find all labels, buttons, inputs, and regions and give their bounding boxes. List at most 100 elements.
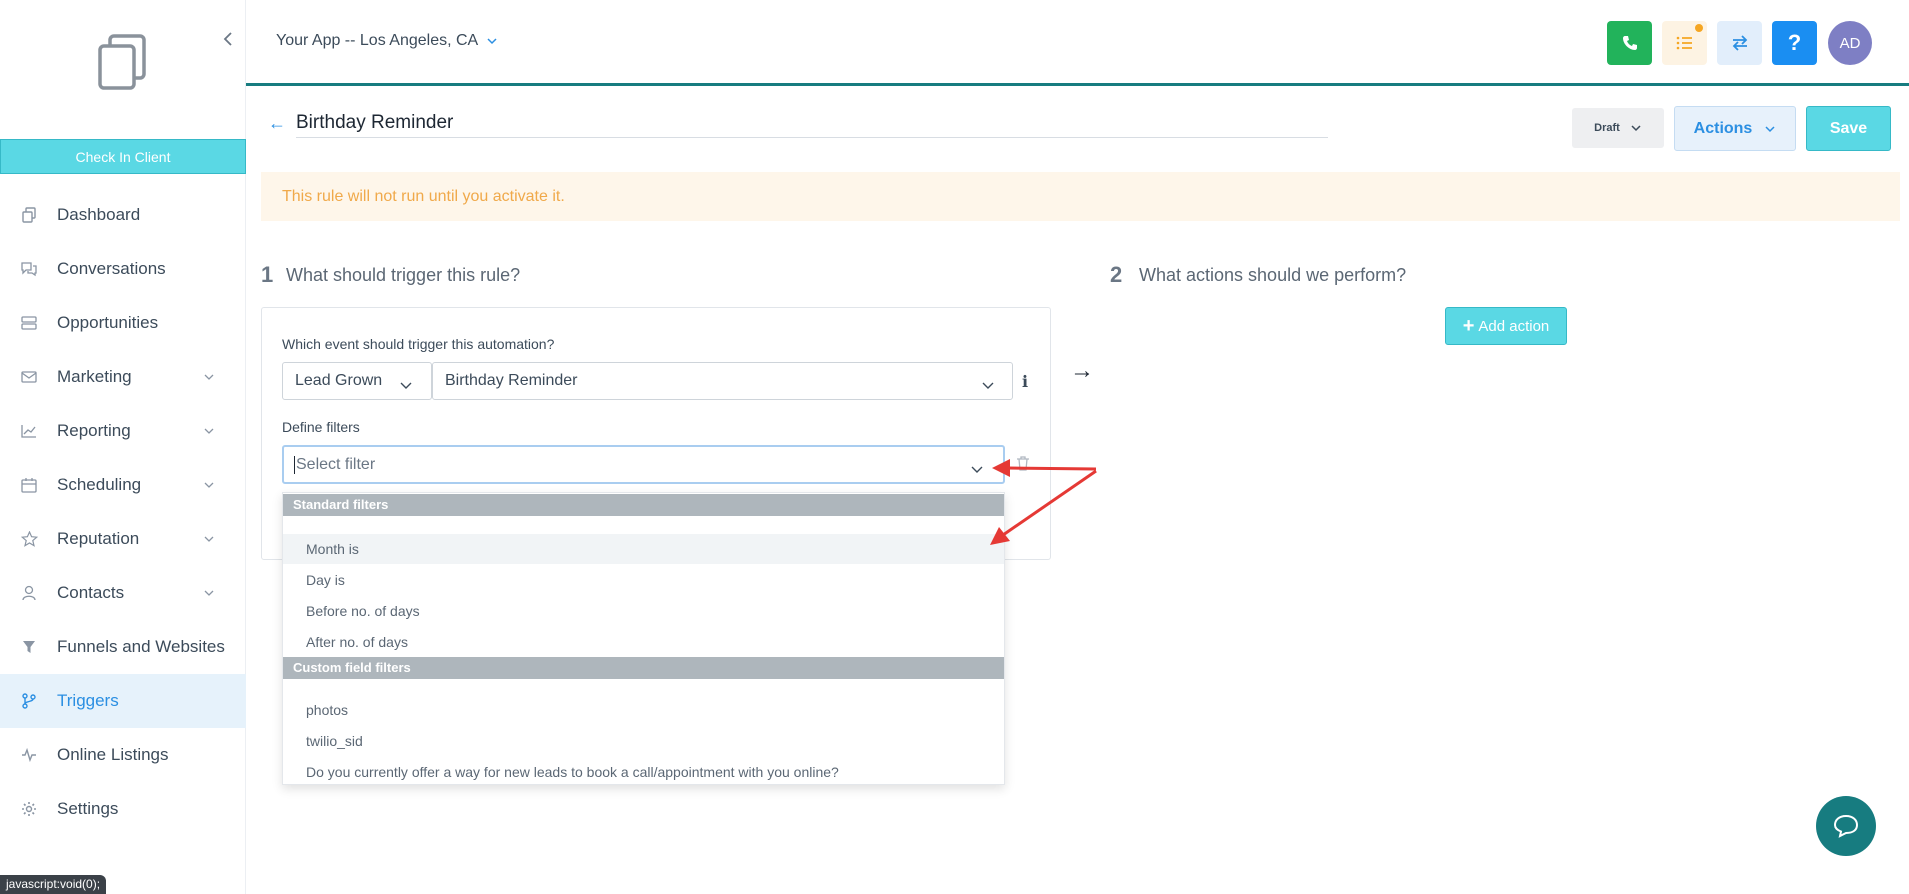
sidebar-item-label: Reporting (57, 421, 131, 440)
phone-icon (1622, 36, 1637, 50)
sidebar-nav: Dashboard Conversations Opportunities Ma… (0, 188, 246, 836)
save-button[interactable]: Save (1806, 106, 1891, 151)
chevron-down-icon (202, 477, 216, 491)
actions-label: Actions (1693, 119, 1753, 137)
sidebar-item-label: Scheduling (57, 475, 142, 494)
filter-icon (20, 638, 38, 656)
star-icon (20, 530, 38, 548)
sidebar-item-funnels-and-websites[interactable]: Funnels and Websites (0, 620, 246, 674)
sidebar-item-label: Marketing (57, 367, 132, 386)
add-action-button[interactable]: + Add action (1445, 307, 1567, 345)
dropdown-option[interactable]: Before no. of days (283, 596, 1004, 626)
status-label: Draft (1594, 122, 1620, 134)
dropdown-option[interactable]: Do you currently offer a way for new lea… (283, 757, 1004, 787)
help-button[interactable]: ? (1772, 21, 1817, 65)
branch-icon (20, 692, 38, 710)
sidebar-item-reputation[interactable]: Reputation (0, 512, 246, 566)
sidebar-item-label: Opportunities (57, 313, 159, 332)
chevron-down-icon (202, 369, 216, 383)
sidebar-item-settings[interactable]: Settings (0, 782, 246, 836)
actions-section-title: What actions should we perform? (1139, 265, 1407, 285)
app-root: Check In Client Dashboard Conversations … (0, 0, 1909, 894)
chevron-down-icon (202, 531, 216, 545)
sidebar-item-label: Funnels and Websites (57, 637, 225, 656)
sidebar-item-triggers[interactable]: Triggers (0, 674, 246, 728)
filter-placeholder: Select filter (296, 456, 376, 473)
sidebar-item-label: Dashboard (57, 205, 141, 224)
sidebar-item-dashboard[interactable]: Dashboard (0, 188, 246, 242)
avatar[interactable]: AD (1828, 21, 1872, 65)
chat-bubbles-icon (20, 260, 38, 278)
sidebar-item-label: Online Listings (57, 745, 169, 764)
top-header: Your App -- Los Angeles, CA ? AD (246, 0, 1909, 86)
chevron-down-icon (202, 423, 216, 437)
chat-widget-button[interactable] (1816, 796, 1876, 856)
check-in-client-button[interactable]: Check In Client (0, 139, 246, 174)
chevron-down-icon (400, 382, 412, 389)
swap-arrows-icon (1732, 35, 1747, 51)
line-chart-icon (20, 422, 38, 440)
tasks-button[interactable] (1662, 21, 1707, 65)
actions-section-number: 2 (1110, 262, 1123, 287)
chevron-down-icon (202, 585, 216, 599)
status-dropdown[interactable]: Draft (1572, 108, 1664, 148)
add-action-label: Add action (1478, 317, 1550, 335)
sidebar-item-online-listings[interactable]: Online Listings (0, 728, 246, 782)
chevron-down-icon (982, 382, 994, 389)
dropdown-group-standard: Standard filters (283, 494, 1004, 516)
chevron-down-icon (1765, 125, 1775, 132)
calendar-icon (20, 476, 38, 494)
trigger-section-number: 1 (261, 262, 274, 287)
sidebar-item-scheduling[interactable]: Scheduling (0, 458, 246, 512)
mail-icon (20, 368, 38, 386)
logo-icon (96, 34, 148, 92)
arrow-right-icon: → (1070, 357, 1094, 384)
back-arrow-icon[interactable]: ← (268, 113, 286, 134)
sidebar-item-reporting[interactable]: Reporting (0, 404, 246, 458)
chat-bubble-icon (1833, 814, 1859, 838)
event-type-value: Birthday Reminder (445, 372, 578, 389)
gear-icon (20, 800, 38, 818)
event-category-value: Lead Grown (295, 372, 383, 389)
list-icon (1676, 36, 1692, 50)
copy-icon (20, 206, 38, 224)
sidebar-item-label: Reputation (57, 529, 140, 548)
plus-icon: + (1462, 314, 1475, 337)
trigger-section-title: What should trigger this rule? (286, 265, 521, 285)
status-bar-url: javascript:void(0); (0, 875, 107, 894)
info-icon[interactable]: ℹ (1022, 372, 1028, 392)
event-label: Which event should trigger this automati… (282, 336, 555, 352)
notification-dot (1695, 24, 1703, 32)
sidebar-item-contacts[interactable]: Contacts (0, 566, 246, 620)
user-icon (20, 584, 38, 602)
chevron-down-icon[interactable] (970, 465, 984, 475)
stack-icon (20, 314, 38, 332)
inactive-warning-banner: This rule will not run until you activat… (261, 172, 1900, 221)
actions-dropdown-button[interactable]: Actions (1674, 106, 1796, 151)
location-name: Your App -- Los Angeles, CA (276, 32, 479, 49)
dropdown-option[interactable]: Month is (283, 534, 1004, 564)
switch-button[interactable] (1717, 21, 1762, 65)
dropdown-option[interactable]: photos (283, 695, 1004, 725)
event-type-select[interactable]: Birthday Reminder (432, 362, 1013, 400)
dropdown-option[interactable]: twilio_sid (283, 726, 1004, 756)
sidebar-item-opportunities[interactable]: Opportunities (0, 296, 246, 350)
dropdown-group-custom: Custom field filters (283, 657, 1004, 679)
pulse-icon (20, 746, 38, 764)
filters-label: Define filters (282, 419, 360, 435)
sidebar-item-marketing[interactable]: Marketing (0, 350, 246, 404)
dropdown-option[interactable]: Day is (283, 565, 1004, 595)
chevron-down-icon (1631, 125, 1641, 132)
location-switcher[interactable]: Your App -- Los Angeles, CA (276, 32, 498, 50)
sidebar-item-conversations[interactable]: Conversations (0, 242, 246, 296)
dropdown-option[interactable]: After no. of days (283, 627, 1004, 657)
filter-dropdown-menu: Standard filters Month is Day is Before … (282, 492, 1005, 785)
trash-icon[interactable] (1015, 455, 1031, 471)
text-caret (294, 455, 295, 474)
phone-button[interactable] (1607, 21, 1652, 65)
collapse-sidebar-icon[interactable] (222, 30, 234, 51)
sidebar-item-label: Contacts (57, 583, 125, 602)
filter-select-input[interactable]: Select filter (282, 445, 1005, 484)
chevron-down-icon (487, 38, 497, 45)
rule-title-input[interactable]: Birthday Reminder (296, 110, 1328, 138)
